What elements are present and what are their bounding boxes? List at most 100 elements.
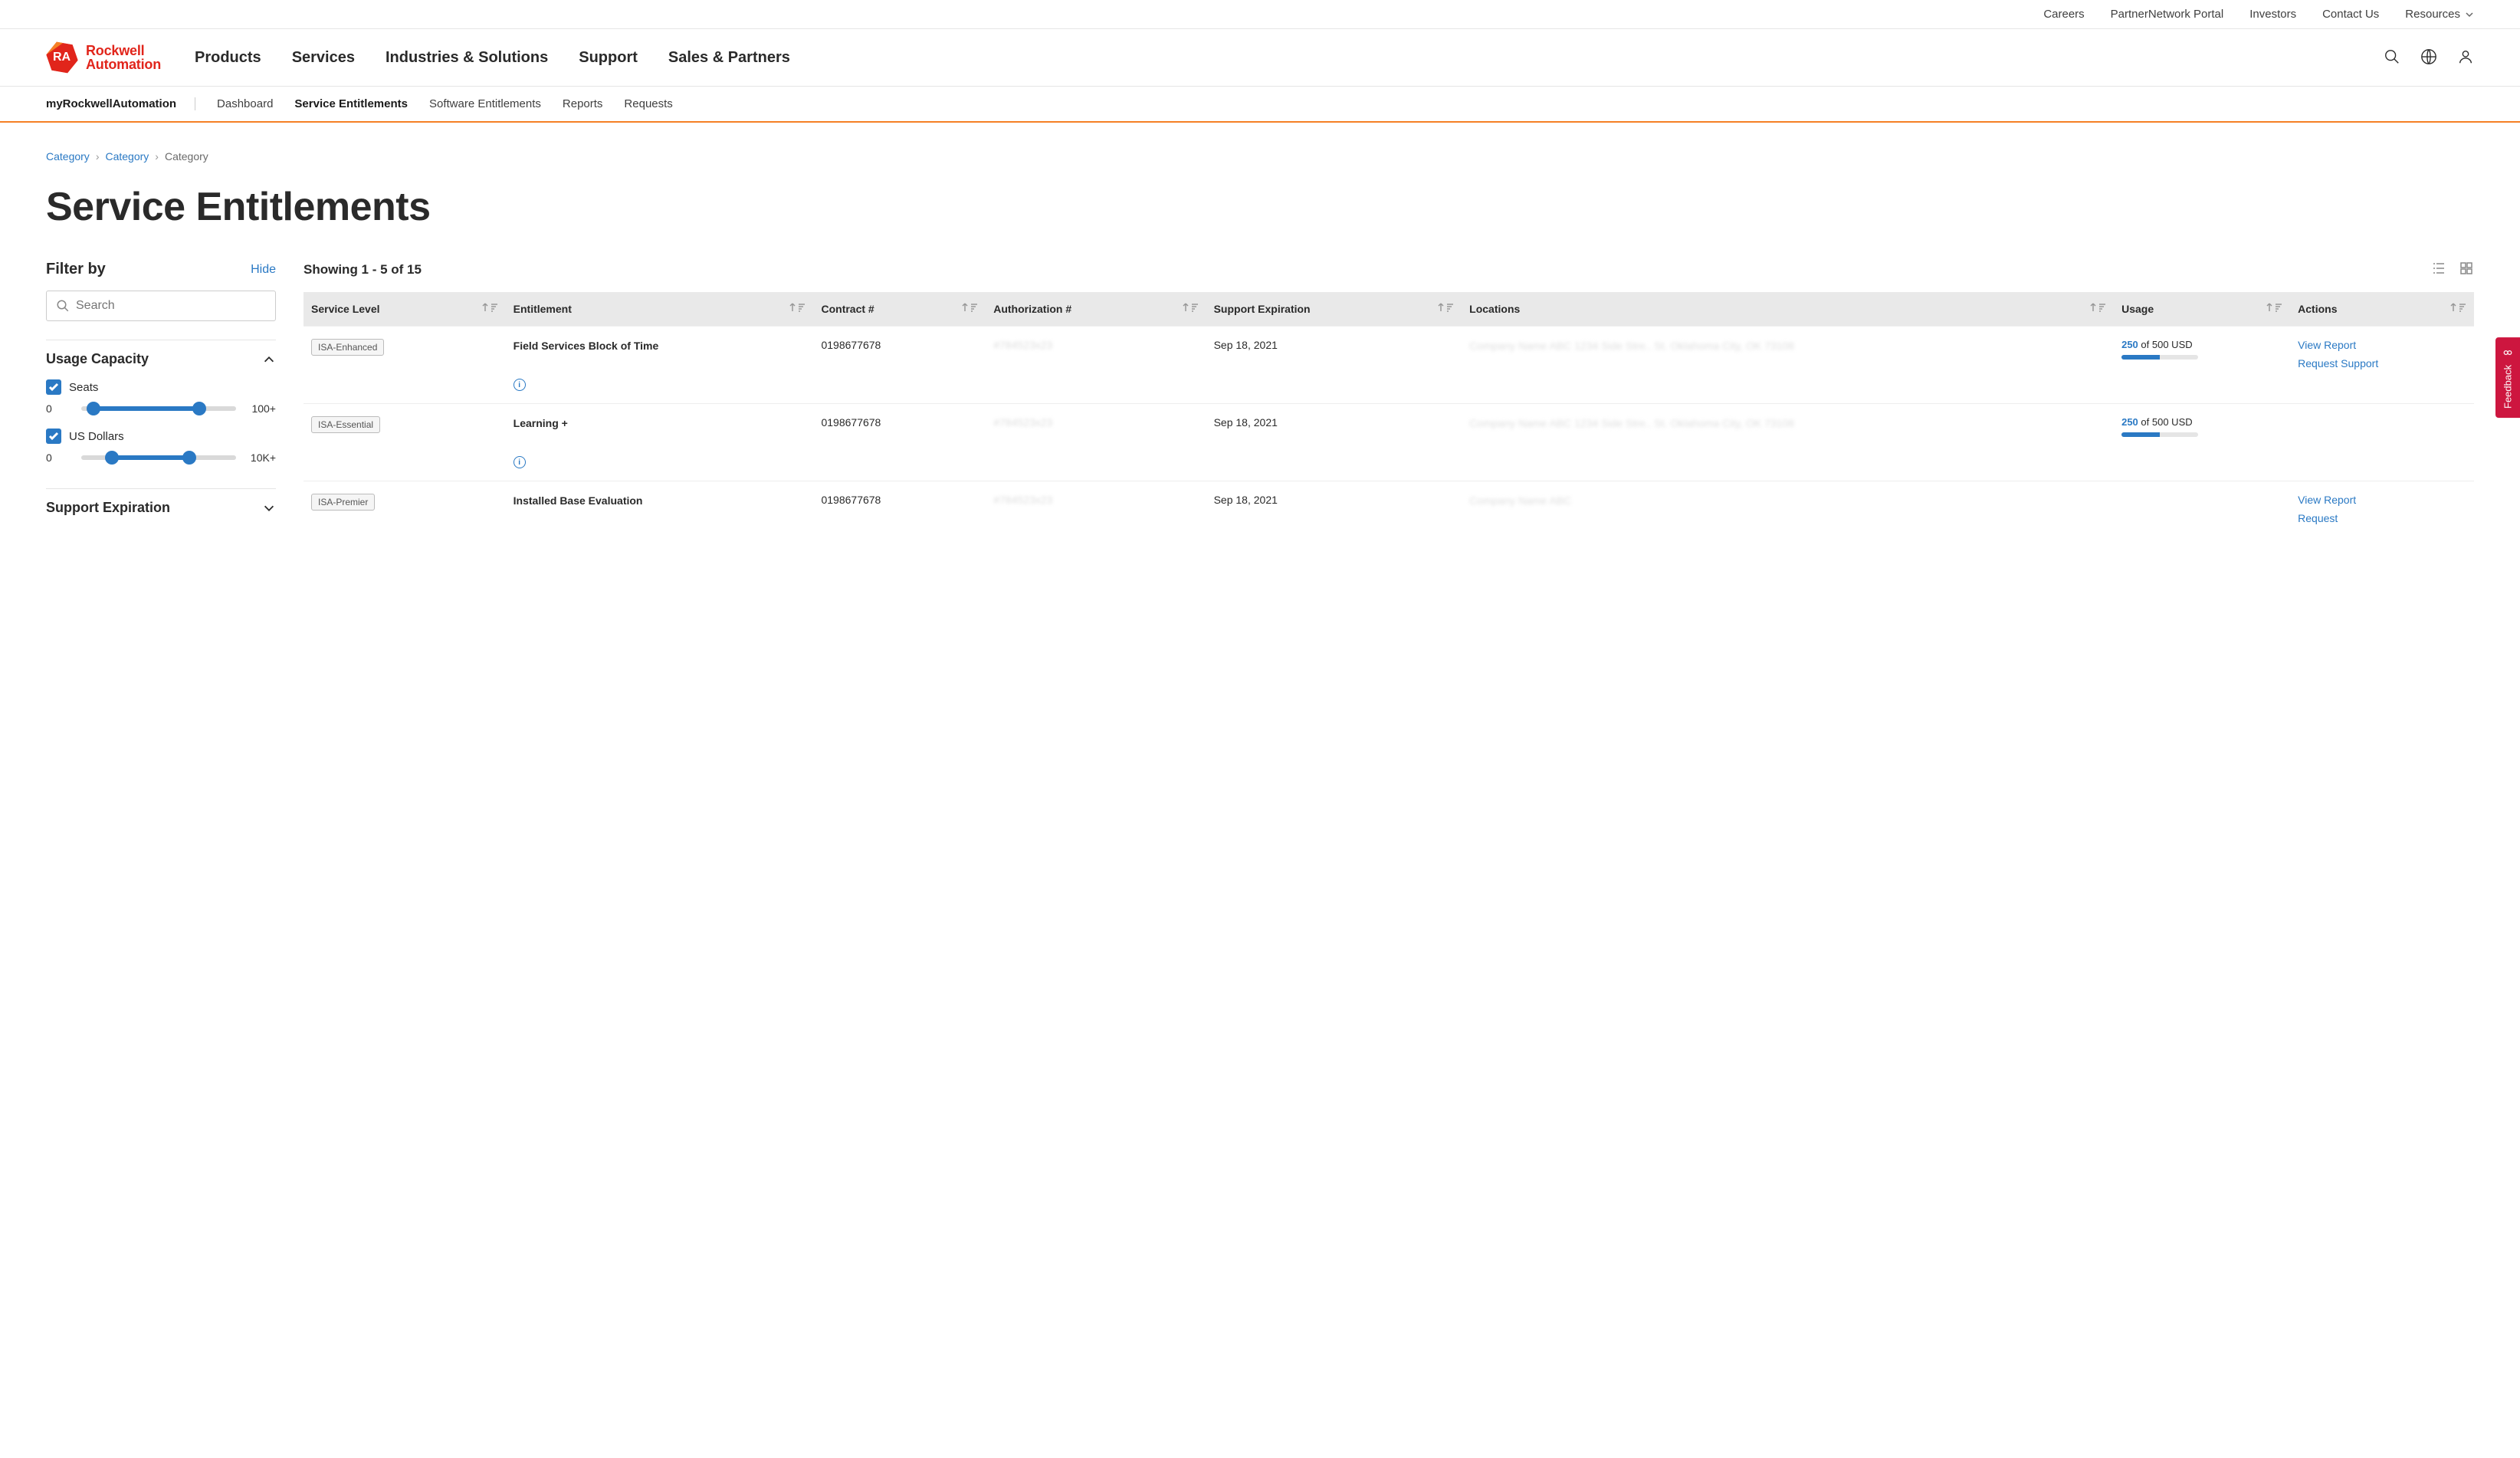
page-content: Category › Category › Category Service E… xyxy=(0,123,2520,573)
filter-section-expiration-head[interactable]: Support Expiration xyxy=(46,500,276,516)
slider-seats-min: 0 xyxy=(46,402,72,415)
slider-seats-max: 100+ xyxy=(245,402,276,415)
th-contract[interactable]: Contract # xyxy=(813,292,986,327)
entitlement-name: Learning + xyxy=(514,416,806,430)
cell-authorization: #784523x23 xyxy=(993,416,1052,429)
th-authorization[interactable]: Authorization # xyxy=(986,292,1206,327)
slider-usd-thumb-min[interactable] xyxy=(105,451,119,465)
slider-usd[interactable]: 0 10K+ xyxy=(46,452,276,464)
slider-seats[interactable]: 0 100+ xyxy=(46,402,276,415)
user-icon[interactable] xyxy=(2457,48,2474,67)
page-title: Service Entitlements xyxy=(46,184,2474,230)
info-icon[interactable]: i xyxy=(514,379,526,391)
th-service-level[interactable]: Service Level xyxy=(304,292,506,327)
breadcrumb: Category › Category › Category xyxy=(46,150,2474,163)
th-actions[interactable]: Actions xyxy=(2290,292,2474,327)
checkbox-usd-row[interactable]: US Dollars xyxy=(46,429,276,444)
table-row: ISA-Essential Learning + i 0198677678 #7… xyxy=(304,404,2474,481)
utility-contact-us[interactable]: Contact Us xyxy=(2322,8,2379,21)
usage-bar xyxy=(2121,355,2198,360)
utility-nav: Careers PartnerNetwork Portal Investors … xyxy=(0,0,2520,29)
th-entitlement[interactable]: Entitlement xyxy=(506,292,814,327)
entitlement-name: Field Services Block of Time xyxy=(514,339,806,353)
view-grid-icon[interactable] xyxy=(2459,261,2474,278)
action-request-support[interactable]: Request Support xyxy=(2298,357,2466,369)
usage-bar xyxy=(2121,432,2198,437)
filter-section-usage-title: Usage Capacity xyxy=(46,351,149,367)
main-nav-links: Products Services Industries & Solutions… xyxy=(195,49,790,67)
filter-sidebar: Filter by Hide Usage Capacity Seats xyxy=(46,261,276,527)
action-view-report[interactable]: View Report xyxy=(2298,494,2466,506)
action-view-report[interactable]: View Report xyxy=(2298,339,2466,351)
checkbox-seats[interactable] xyxy=(46,379,61,395)
feedback-tab[interactable]: Feedback xyxy=(2495,337,2520,418)
utility-partner-network[interactable]: PartnerNetwork Portal xyxy=(2111,8,2224,21)
breadcrumb-sep-icon: › xyxy=(96,150,100,163)
filter-heading: Filter by xyxy=(46,261,106,278)
nav-products[interactable]: Products xyxy=(195,49,261,67)
utility-careers[interactable]: Careers xyxy=(2043,8,2084,21)
entitlements-table: Service Level Entitlement Contract # Aut… xyxy=(304,292,2474,543)
slider-usd-thumb-max[interactable] xyxy=(182,451,196,465)
logo[interactable]: RA Rockwell Automation xyxy=(46,41,161,74)
slider-seats-thumb-max[interactable] xyxy=(192,402,206,415)
breadcrumb-sep-icon: › xyxy=(155,150,159,163)
slider-seats-thumb-min[interactable] xyxy=(87,402,100,415)
sub-nav-reports[interactable]: Reports xyxy=(563,97,603,110)
info-icon[interactable]: i xyxy=(514,456,526,468)
logo-text: Rockwell Automation xyxy=(86,44,161,71)
nav-support[interactable]: Support xyxy=(579,49,638,67)
breadcrumb-1[interactable]: Category xyxy=(46,150,90,163)
nav-industries-solutions[interactable]: Industries & Solutions xyxy=(386,49,548,67)
nav-sales-partners[interactable]: Sales & Partners xyxy=(668,49,790,67)
globe-icon[interactable] xyxy=(2420,48,2437,67)
search-icon xyxy=(56,299,70,313)
cell-expiration: Sep 18, 2021 xyxy=(1206,481,1462,543)
th-expiration[interactable]: Support Expiration xyxy=(1206,292,1462,327)
table-row: ISA-Premier Installed Base Evaluation 01… xyxy=(304,481,2474,543)
cell-location: Company Name ABC 1234 Side Stre.. St. Ok… xyxy=(1469,339,2106,354)
service-level-badge: ISA-Enhanced xyxy=(311,339,384,356)
service-level-badge: ISA-Essential xyxy=(311,416,380,433)
th-usage[interactable]: Usage xyxy=(2114,292,2290,327)
checkbox-usd[interactable] xyxy=(46,429,61,444)
slider-usd-min: 0 xyxy=(46,452,72,464)
table-row: ISA-Enhanced Field Services Block of Tim… xyxy=(304,327,2474,404)
sub-nav: myRockwellAutomation Dashboard Service E… xyxy=(0,87,2520,121)
nav-services[interactable]: Services xyxy=(292,49,355,67)
chevron-down-icon xyxy=(2465,10,2474,19)
utility-resources[interactable]: Resources xyxy=(2405,8,2474,21)
main-nav: RA Rockwell Automation Products Services… xyxy=(0,29,2520,87)
filter-hide-link[interactable]: Hide xyxy=(251,263,276,277)
checkbox-seats-row[interactable]: Seats xyxy=(46,379,276,395)
results-count: Showing 1 - 5 of 15 xyxy=(304,262,422,277)
filter-search-box[interactable] xyxy=(46,291,276,321)
chevron-down-icon xyxy=(262,501,276,515)
results-area: Showing 1 - 5 of 15 Service Level Entitl… xyxy=(304,261,2474,543)
logo-mark-icon: RA xyxy=(44,39,81,77)
cell-authorization: #784523x23 xyxy=(993,339,1052,351)
search-icon[interactable] xyxy=(2384,48,2400,67)
view-list-icon[interactable] xyxy=(2431,261,2446,278)
sub-nav-requests[interactable]: Requests xyxy=(624,97,672,110)
sub-nav-dashboard[interactable]: Dashboard xyxy=(217,97,273,110)
utility-investors[interactable]: Investors xyxy=(2249,8,2296,21)
breadcrumb-2[interactable]: Category xyxy=(105,150,149,163)
filter-section-usage-head[interactable]: Usage Capacity xyxy=(46,351,276,367)
filter-section-usage-capacity: Usage Capacity Seats 0 xyxy=(46,340,276,488)
cell-location: Company Name ABC xyxy=(1469,494,2106,509)
sub-nav-software-entitlements[interactable]: Software Entitlements xyxy=(429,97,541,110)
cell-contract: 0198677678 xyxy=(813,481,986,543)
checkbox-seats-label: Seats xyxy=(69,381,98,394)
feedback-icon xyxy=(2502,346,2514,359)
sub-nav-service-entitlements[interactable]: Service Entitlements xyxy=(294,97,408,110)
entitlement-name: Installed Base Evaluation xyxy=(514,494,806,507)
slider-usd-track[interactable] xyxy=(81,455,236,460)
slider-seats-track[interactable] xyxy=(81,406,236,411)
th-locations[interactable]: Locations xyxy=(1462,292,2114,327)
main-nav-icons xyxy=(2384,48,2474,67)
cell-expiration: Sep 18, 2021 xyxy=(1206,404,1462,481)
action-request-support[interactable]: Request xyxy=(2298,512,2466,524)
cell-contract: 0198677678 xyxy=(813,327,986,404)
filter-search-input[interactable] xyxy=(76,299,266,313)
